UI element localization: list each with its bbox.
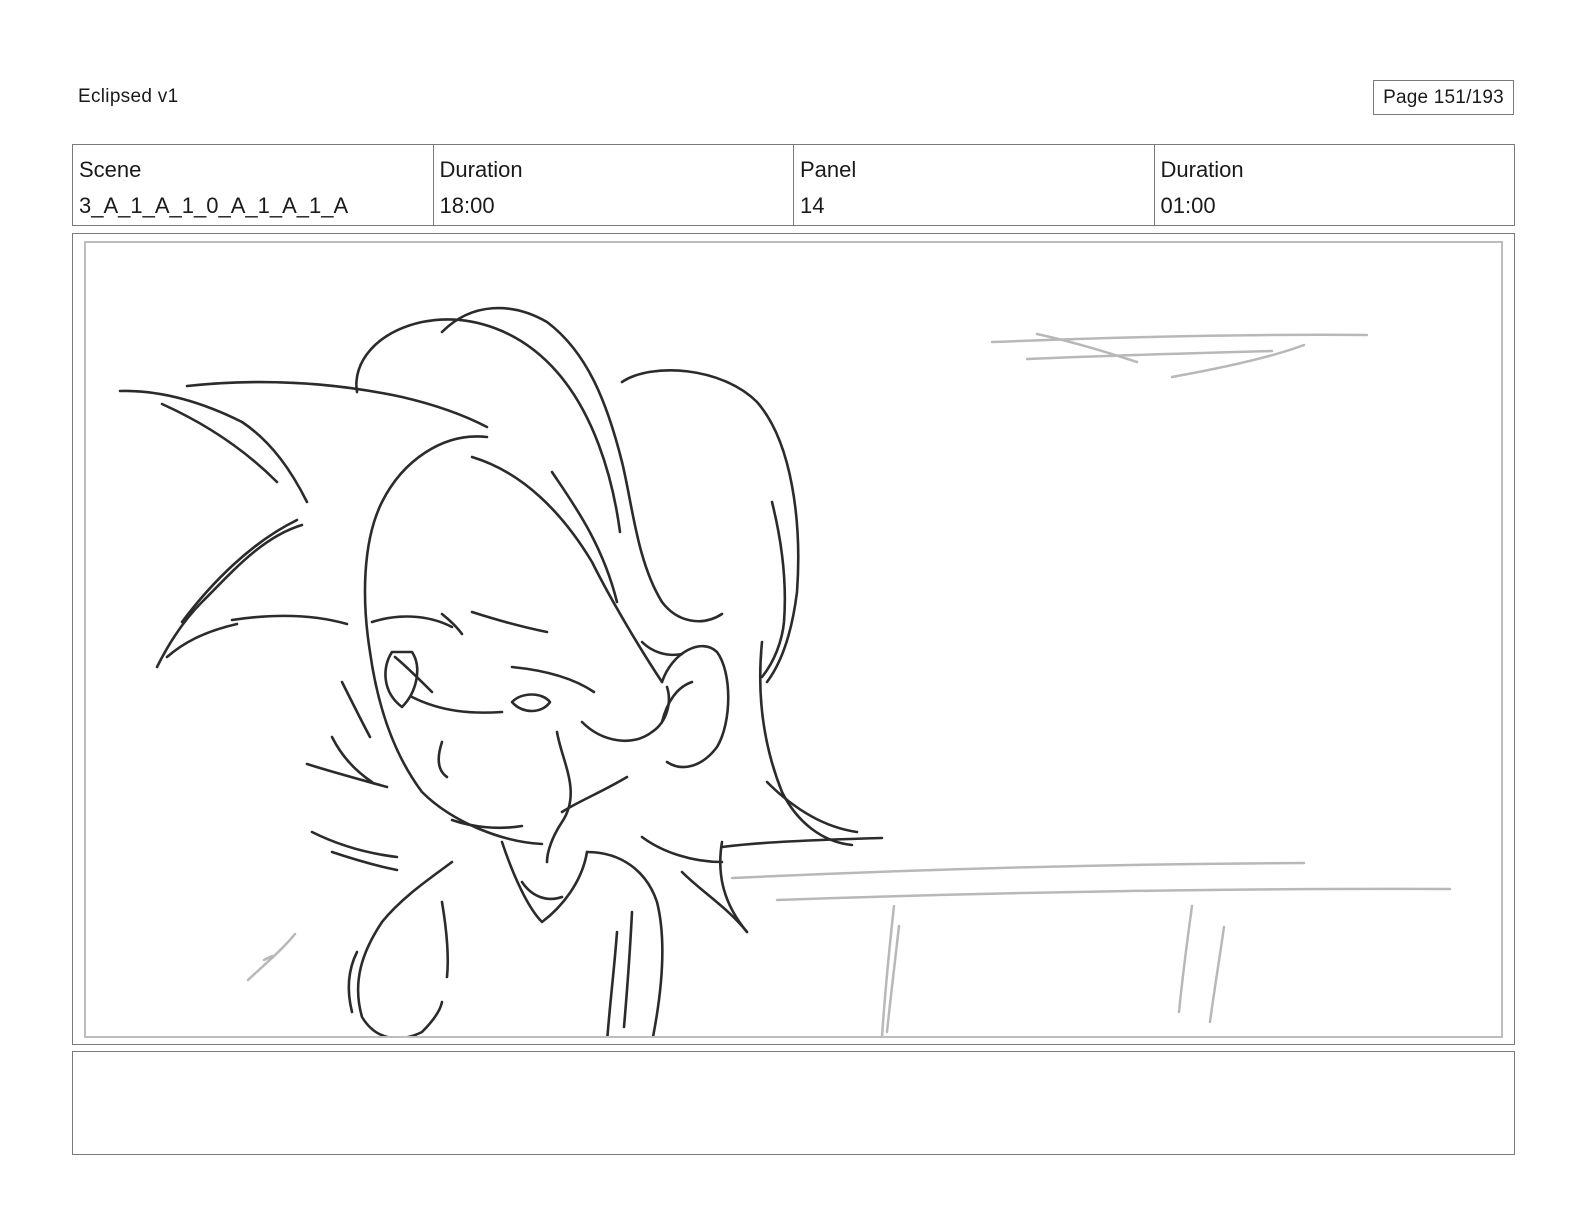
panel-cell: Panel 14	[794, 145, 1155, 225]
panel-info-table: Scene 3_A_1_A_1_0_A_1_A_1_A Duration 18:…	[72, 144, 1515, 226]
scene-cell: Scene 3_A_1_A_1_0_A_1_A_1_A	[73, 145, 434, 225]
panel-frame	[84, 241, 1503, 1038]
scene-duration-label: Duration	[439, 157, 523, 182]
scene-label: Scene	[79, 157, 142, 182]
panel-label: Panel	[800, 157, 857, 182]
scene-duration-value: 18:00	[439, 193, 495, 218]
scene-value: 3_A_1_A_1_0_A_1_A_1_A	[79, 193, 349, 218]
panel-duration-label: Duration	[1160, 157, 1244, 182]
character-sketch	[118, 306, 884, 1036]
document-title: Eclipsed v1	[78, 86, 179, 107]
panel-notes-box	[72, 1051, 1515, 1155]
page-number: Page 151/193	[1373, 80, 1514, 115]
panel-duration-cell: Duration 01:00	[1155, 145, 1515, 225]
panel-duration-value: 01:00	[1160, 193, 1216, 218]
storyboard-sketch	[118, 306, 1452, 1036]
scene-duration-cell: Duration 18:00	[434, 145, 794, 225]
background-railing	[246, 332, 1452, 1036]
panel-value: 14	[800, 193, 825, 218]
